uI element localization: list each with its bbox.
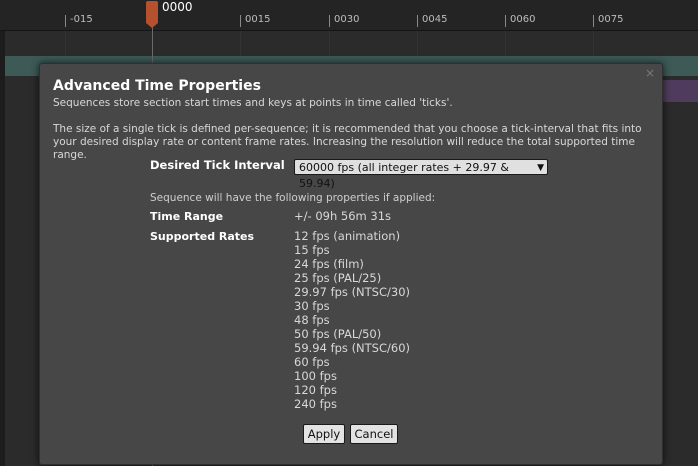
tick-interval-label: Desired Tick Interval <box>150 158 285 172</box>
tick-interval-value: 60000 fps (all integer rates + 29.97 & 5… <box>299 161 509 190</box>
ruler-tick <box>329 15 330 27</box>
rate-item: 50 fps (PAL/50) <box>294 327 382 341</box>
time-range-label: Time Range <box>150 210 224 223</box>
supported-rates-list: 12 fps (animation) 15 fps 24 fps (film) … <box>294 229 410 411</box>
rate-item: 29.97 fps (NTSC/30) <box>294 285 411 299</box>
chevron-down-icon: ▼ <box>537 163 544 173</box>
close-icon[interactable]: × <box>645 66 655 80</box>
ruler-tick-label: 0075 <box>598 14 624 25</box>
dialog-title: Advanced Time Properties <box>53 78 261 94</box>
rate-item: 100 fps <box>294 369 337 383</box>
ruler-tick <box>65 15 66 27</box>
rate-item: 59.94 fps (NTSC/60) <box>294 341 411 355</box>
playhead-time-label: 0000 <box>162 0 193 14</box>
rate-item: 12 fps (animation) <box>294 229 401 243</box>
properties-intro: Sequence will have the following propert… <box>150 192 436 204</box>
supported-rates-label: Supported Rates <box>150 230 255 243</box>
rate-item: 48 fps <box>294 313 330 327</box>
rate-item: 120 fps <box>294 383 337 397</box>
apply-button[interactable]: Apply <box>303 424 345 444</box>
advanced-time-properties-dialog: × Advanced Time Properties Sequences sto… <box>39 63 663 465</box>
time-range-value: +/- 09h 56m 31s <box>294 209 392 223</box>
dialog-subtitle: Sequences store section start times and … <box>53 97 453 109</box>
ruler-tick <box>240 15 241 27</box>
rate-item: 60 fps <box>294 355 330 369</box>
rate-item: 15 fps <box>294 243 330 257</box>
ruler-tick <box>505 15 506 27</box>
ruler-tick-label: 0015 <box>245 14 271 25</box>
tick-interval-dropdown[interactable]: 60000 fps (all integer rates + 29.97 & 5… <box>294 159 548 190</box>
ruler-tick-label: -015 <box>70 14 93 25</box>
playhead-marker-icon[interactable] <box>146 1 158 28</box>
rate-item: 25 fps (PAL/25) <box>294 271 382 285</box>
dialog-description: The size of a single tick is defined per… <box>53 123 642 161</box>
rate-item: 24 fps (film) <box>294 257 364 271</box>
ruler-tick-label: 0045 <box>422 14 448 25</box>
track-gutter <box>0 31 5 466</box>
cancel-button[interactable]: Cancel <box>350 424 398 444</box>
rate-item: 30 fps <box>294 299 330 313</box>
ruler-tick <box>593 15 594 27</box>
ruler-tick <box>417 15 418 27</box>
rate-item: 240 fps <box>294 397 337 411</box>
ruler-tick-label: 0060 <box>510 14 536 25</box>
time-ruler[interactable]: -015 0015 0030 0045 0060 0075 <box>0 0 698 31</box>
track-section[interactable] <box>660 80 698 102</box>
ruler-tick-label: 0030 <box>334 14 360 25</box>
